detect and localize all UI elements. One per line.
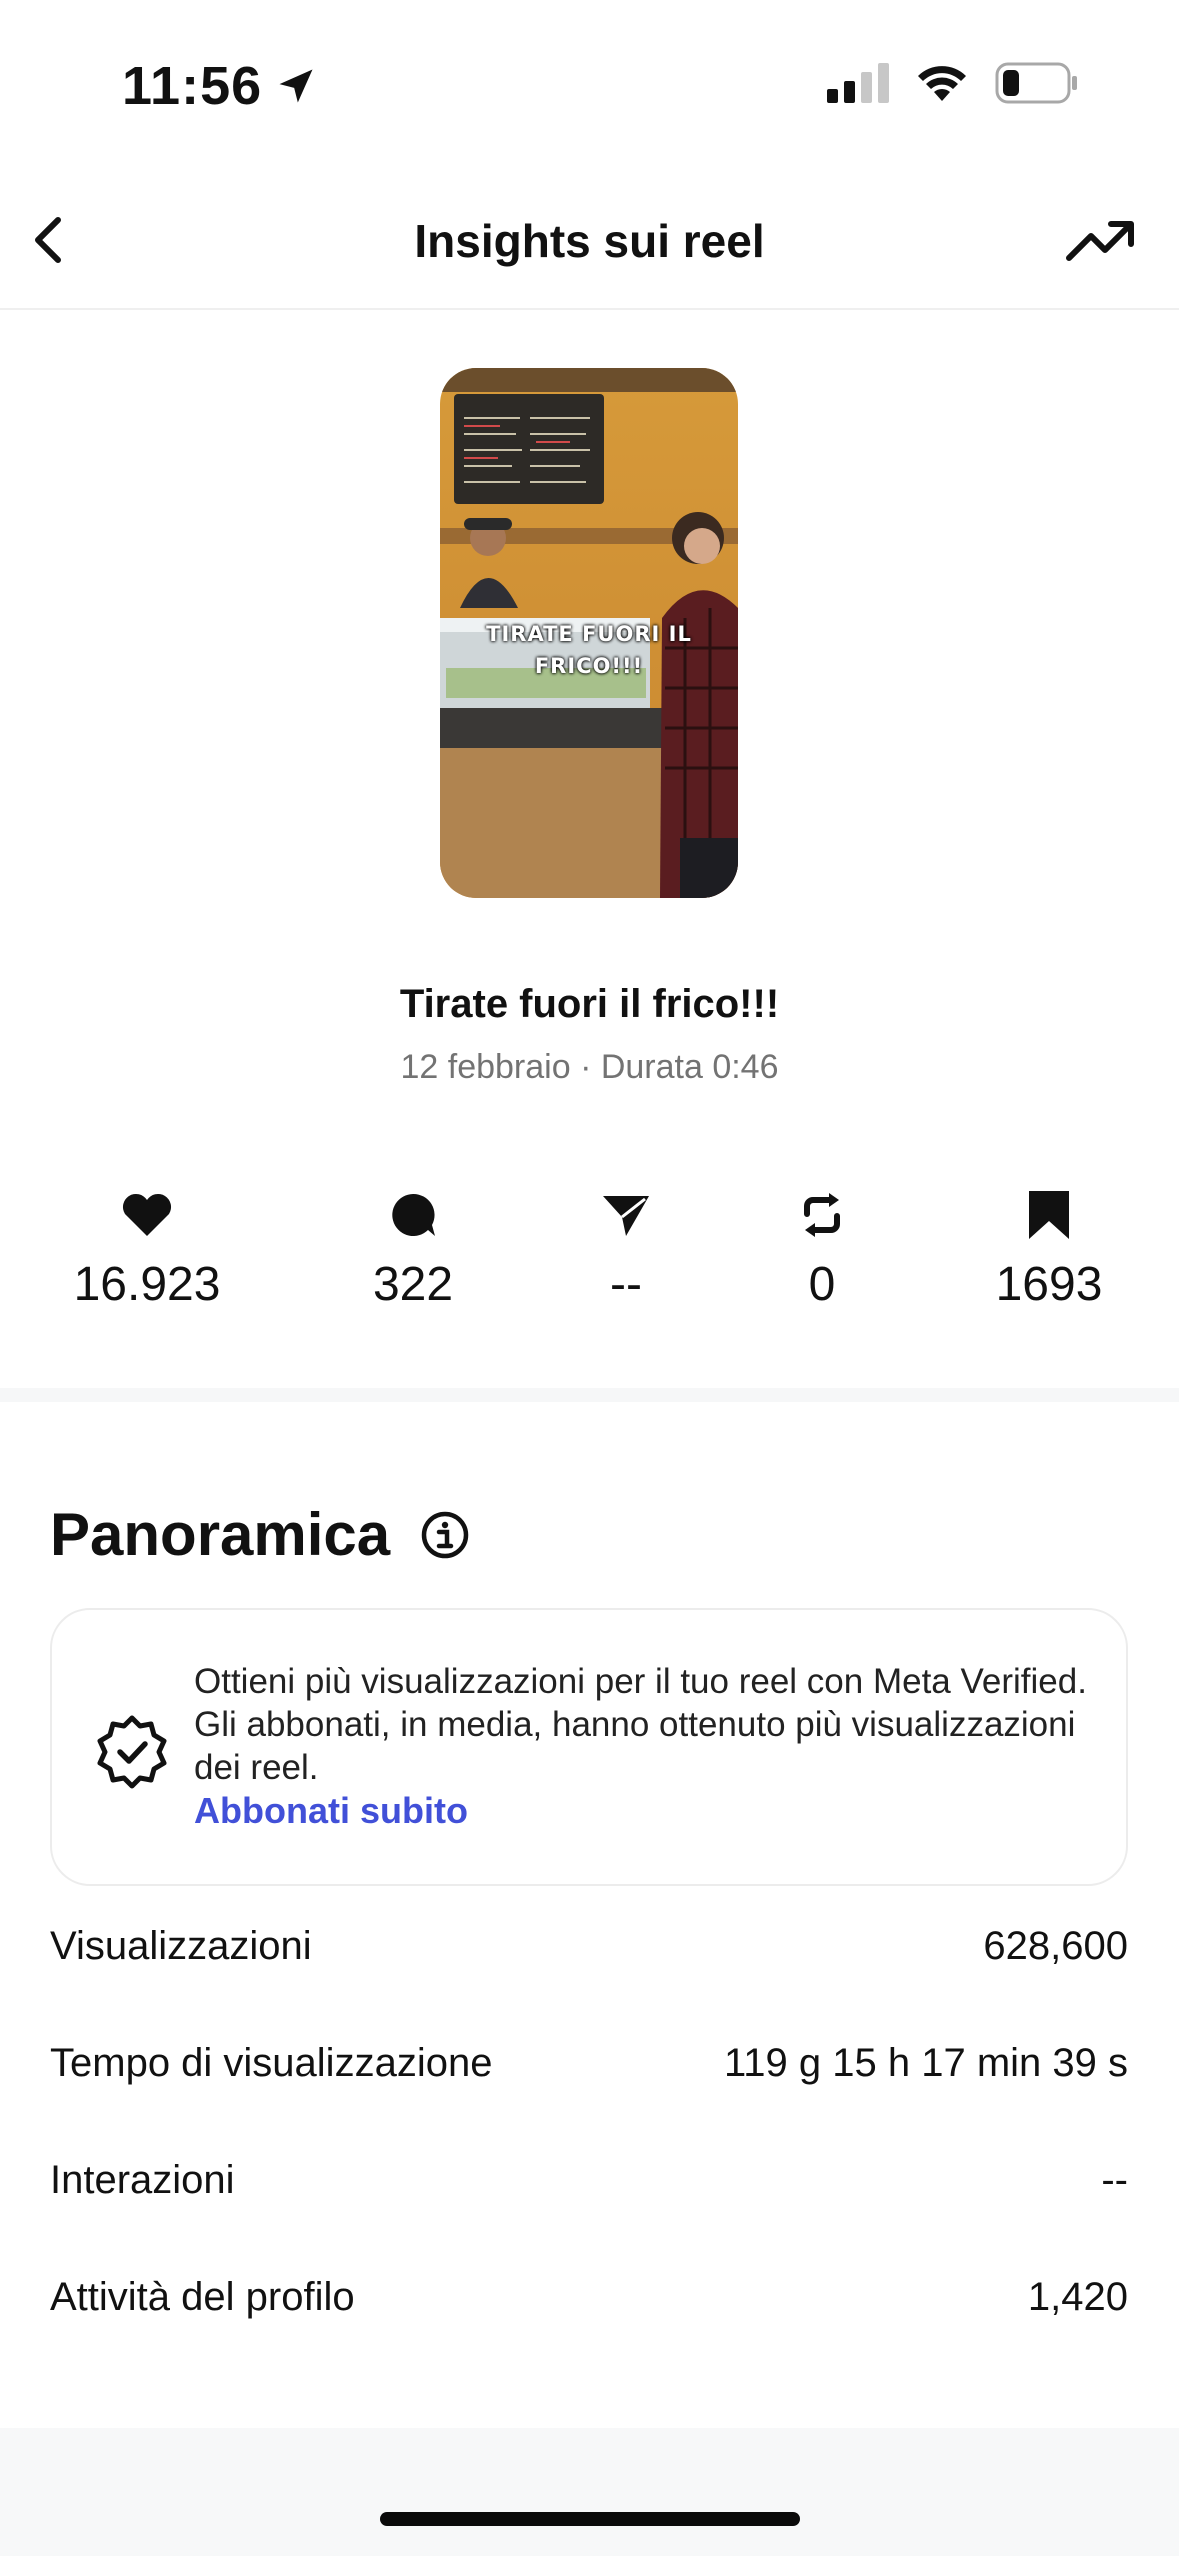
stat-row-watch-time: Tempo di visualizzazione 119 g 15 h 17 m… [50, 2033, 1128, 2093]
stat-row-views: Visualizzazioni 628,600 [50, 1916, 1128, 1976]
stat-label: Visualizzazioni [50, 1923, 312, 1968]
metric-likes: 16.923 [37, 1185, 257, 1312]
metric-comments: 322 [303, 1185, 523, 1312]
reel-thumbnail[interactable]: TIRATE FUORI IL FRICO!!! [440, 368, 738, 898]
status-time-group: 11:56 [122, 55, 318, 117]
status-time: 11:56 [122, 56, 263, 116]
bottom-section-background [0, 2428, 1179, 2556]
repost-icon [804, 1193, 840, 1237]
likes-count: 16.923 [73, 1258, 221, 1311]
comment-icon [392, 1193, 435, 1236]
reel-meta: 12 febbraio · Durata 0:46 [400, 1048, 779, 1086]
stat-row-profile-activity[interactable]: Attività del profilo 1,420 [50, 2267, 1128, 2327]
verified-badge-icon [97, 1715, 167, 1789]
home-indicator[interactable] [380, 2512, 800, 2526]
trending-up-icon [1066, 221, 1134, 261]
reel-overlay-caption: TIRATE FUORI IL FRICO!!! [440, 618, 738, 682]
metric-shares: -- [516, 1185, 736, 1312]
promo-text: Ottieni più visualizzazioni per il tuo r… [194, 1662, 1087, 1787]
stat-value: 119 g 15 h 17 min 39 s [724, 2040, 1128, 2085]
stat-row-interactions: Interazioni -- [50, 2150, 1128, 2210]
subscribe-now-link[interactable]: Abbonati subito [194, 1790, 468, 1832]
stat-label: Interazioni [50, 2157, 235, 2202]
page-title: Insights sui reel [414, 215, 765, 267]
meta-verified-promo-card: Ottieni più visualizzazioni per il tuo r… [50, 1608, 1128, 1886]
stat-value: 628,600 [983, 1923, 1128, 1968]
bookmark-icon [1029, 1191, 1069, 1239]
send-icon [603, 1196, 649, 1236]
metric-reposts: 0 [712, 1185, 932, 1312]
location-arrow-icon [279, 69, 313, 103]
reel-overlay-line2: FRICO!!! [534, 654, 644, 678]
status-bar: 11:56 [0, 0, 1179, 170]
trend-button[interactable] [1063, 212, 1139, 272]
shares-count: -- [610, 1258, 642, 1311]
cellular-signal-icon [827, 63, 889, 103]
section-divider [0, 1388, 1179, 1402]
stat-value: 1,420 [1027, 2274, 1128, 2319]
info-icon[interactable] [420, 1510, 470, 1560]
saves-count: 1693 [995, 1258, 1103, 1311]
overview-title: Panoramica [50, 1501, 391, 1568]
reel-overlay-line1: TIRATE FUORI IL [486, 622, 692, 646]
comments-count: 322 [372, 1258, 454, 1311]
stat-label: Attività del profilo [50, 2274, 355, 2319]
heart-icon [122, 1193, 172, 1236]
engagement-metrics: 16.923 322 -- 0 1693 [0, 1185, 1179, 1315]
wifi-icon [918, 66, 966, 101]
metric-saves: 1693 [939, 1185, 1159, 1312]
status-indicators [827, 62, 1079, 104]
battery-icon [995, 62, 1077, 104]
reel-title: Tirate fuori il frico!!! [399, 982, 780, 1026]
stat-label: Tempo di visualizzazione [50, 2040, 493, 2085]
stat-value: -- [1101, 2157, 1128, 2202]
overview-header: Panoramica [50, 1500, 470, 1569]
reposts-count: 0 [808, 1258, 836, 1311]
navigation-bar: Insights sui reel [0, 170, 1179, 310]
